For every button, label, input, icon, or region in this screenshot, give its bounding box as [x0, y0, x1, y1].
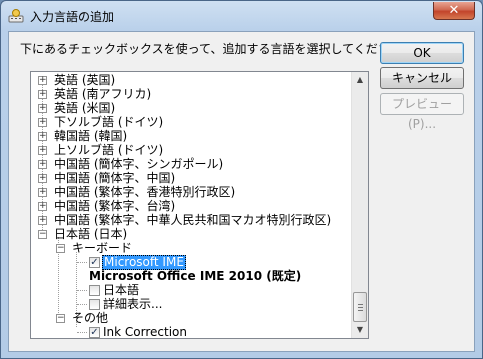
expand-plus-icon[interactable]: +: [38, 174, 47, 183]
checkbox-checked[interactable]: ✓: [89, 257, 100, 268]
scrollbar-thumb[interactable]: [353, 292, 367, 322]
dialog-window: 入力言語の追加 ✕ 下にあるチェックボックスを使って、追加する言語を選択してくだ…: [0, 0, 483, 359]
expand-plus-icon[interactable]: +: [38, 146, 47, 155]
language-tree[interactable]: + 英語 (英国) + 英語 (南アフリカ) + 英語 (米国) + 下ソルブ語…: [30, 71, 369, 339]
tree-guide-line: [77, 262, 87, 263]
instruction-text: 下にあるチェックボックスを使って、追加する言語を選択してください。: [20, 42, 414, 56]
collapse-minus-icon[interactable]: −: [56, 314, 65, 323]
scroll-down-arrow-icon[interactable]: ▼: [353, 322, 367, 338]
preview-button[interactable]: プレビュー(P)...: [380, 93, 464, 131]
expand-plus-icon[interactable]: +: [38, 76, 47, 85]
ok-button[interactable]: OK: [380, 42, 464, 64]
window-title: 入力言語の追加: [30, 10, 115, 24]
expand-plus-icon[interactable]: +: [38, 202, 47, 211]
tree-guide-line: [77, 304, 87, 305]
close-button[interactable]: ✕: [433, 2, 475, 20]
expand-plus-icon[interactable]: +: [38, 118, 47, 127]
expand-plus-icon[interactable]: +: [38, 90, 47, 99]
expand-plus-icon[interactable]: +: [38, 160, 47, 169]
dialog-body: 下にあるチェックボックスを使って、追加する言語を選択してください。 + 英語 (…: [8, 31, 475, 352]
checkbox-unchecked[interactable]: [89, 299, 100, 310]
expand-plus-icon[interactable]: +: [38, 132, 47, 141]
title-bar[interactable]: 入力言語の追加 ✕: [1, 1, 482, 31]
keyboard-language-icon: [8, 9, 24, 23]
close-icon: ✕: [448, 3, 460, 18]
tree-guide-line: [77, 332, 87, 333]
cancel-button[interactable]: キャンセル: [380, 67, 464, 89]
collapse-minus-icon[interactable]: −: [38, 230, 47, 239]
expand-plus-icon[interactable]: +: [38, 104, 47, 113]
tree-guide-line: [77, 290, 87, 291]
checkbox-checked[interactable]: ✓: [89, 327, 100, 338]
expand-plus-icon[interactable]: +: [38, 216, 47, 225]
vertical-scrollbar[interactable]: ▲ ▼: [351, 72, 368, 338]
expand-plus-icon[interactable]: +: [38, 188, 47, 197]
checkbox-unchecked[interactable]: [89, 285, 100, 296]
tree-item-office-ime: Microsoft Office IME 2010 (既定): [89, 269, 302, 283]
collapse-minus-icon[interactable]: −: [56, 244, 65, 253]
scroll-up-arrow-icon[interactable]: ▲: [353, 72, 367, 88]
